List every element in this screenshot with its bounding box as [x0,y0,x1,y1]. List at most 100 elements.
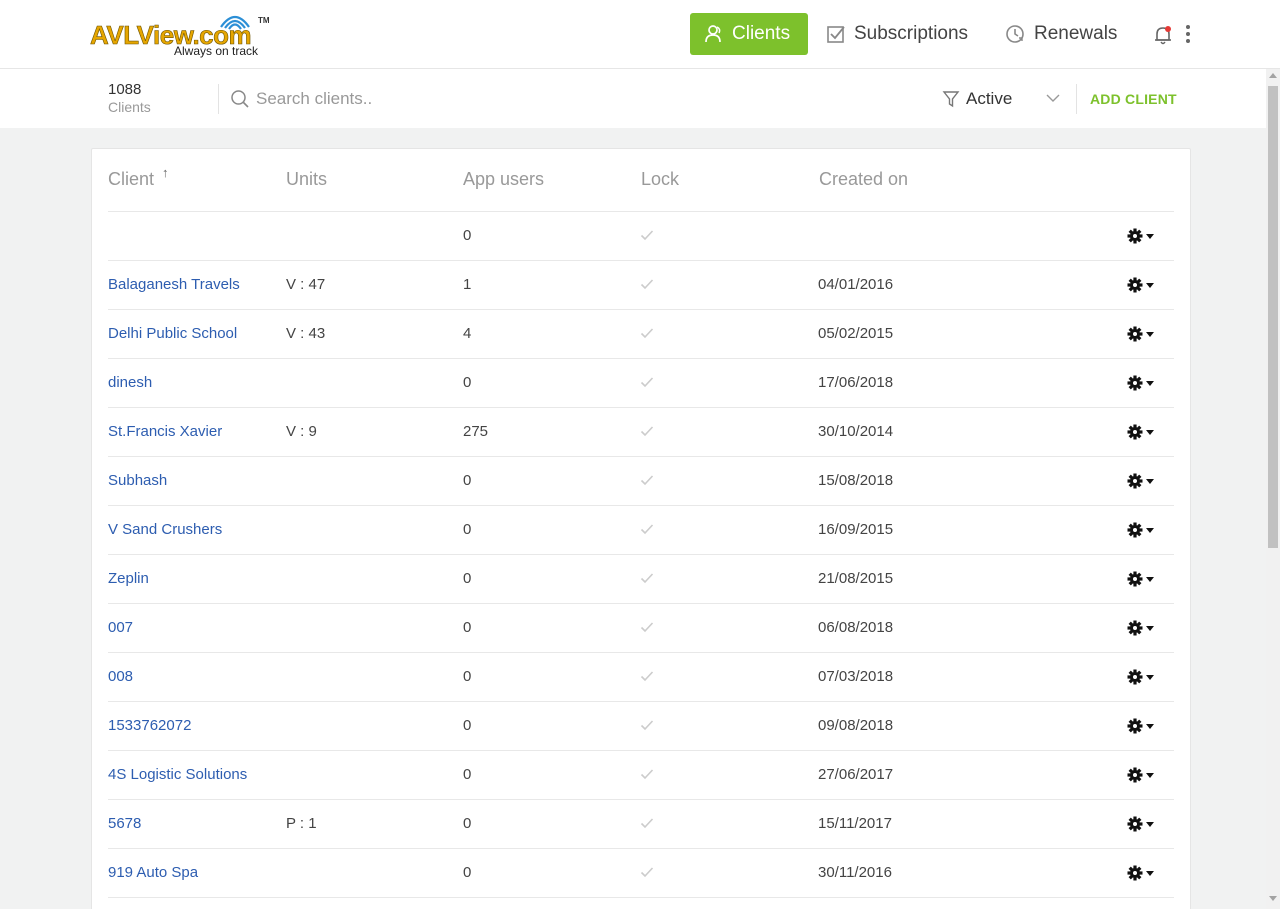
lock-check-icon[interactable] [640,572,654,584]
client-name-link[interactable]: 1533762072 [108,717,191,734]
app-users-value: 0 [463,815,472,832]
lock-check-icon[interactable] [640,229,654,241]
search-clients-input[interactable] [256,86,756,112]
app-users-value: 275 [463,423,489,440]
page-scrollbar[interactable] [1266,69,1280,909]
add-client-button[interactable]: ADD CLIENT [1090,91,1177,107]
app-users-value: 0 [463,227,472,244]
app-users-value: 0 [463,668,472,685]
clock-refresh-icon [1006,25,1024,43]
status-filter-dropdown[interactable]: Active [942,87,1064,111]
settings-gear-dropdown-icon[interactable] [1127,571,1157,587]
client-name-link[interactable]: 5678 [108,815,141,832]
toolbar-divider [218,84,219,114]
client-name-link[interactable]: Delhi Public School [108,325,237,342]
units-value: V : 47 [286,276,326,293]
created-on-value: 15/11/2017 [818,815,892,832]
table-row: St.Francis Xavier V : 9 275 30/10/2014 [108,408,1174,457]
client-name-link[interactable]: 007 [108,619,133,636]
lock-check-icon[interactable] [640,278,654,290]
app-users-value: 0 [463,570,472,587]
app-users-value: 1 [463,276,472,293]
client-name-link[interactable]: V Sand Crushers [108,521,222,538]
units-value: V : 9 [286,423,317,440]
clients-table: Client ↑ Units App users Lock Created on… [91,148,1191,909]
nav-subscriptions-label: Subscriptions [854,23,969,44]
settings-gear-dropdown-icon[interactable] [1127,767,1157,783]
column-header-client[interactable]: Client ↑ [108,165,169,190]
created-on-value: 04/01/2016 [818,276,894,293]
created-on-value: 16/09/2015 [818,521,894,538]
table-row: 1533762072 0 09/08/2018 [108,702,1174,751]
client-name-link[interactable]: 919 Auto Spa [108,864,198,881]
created-on-value: 06/08/2018 [818,619,894,636]
nav-subscriptions-tab[interactable]: Subscriptions [812,13,982,55]
created-on-value: 09/08/2018 [818,717,894,734]
nav-renewals-tab[interactable]: Renewals [990,13,1131,55]
settings-gear-dropdown-icon[interactable] [1127,865,1157,881]
settings-gear-dropdown-icon[interactable] [1127,669,1157,685]
lock-check-icon[interactable] [640,425,654,437]
lock-check-icon[interactable] [640,327,654,339]
scroll-up-arrow-icon[interactable] [1269,73,1277,78]
table-row: 4S Logistic Solutions 0 27/06/2017 [108,751,1174,800]
client-count: 1088 Clients [108,81,151,115]
lock-check-icon[interactable] [640,523,654,535]
scroll-down-arrow-icon[interactable] [1269,896,1277,901]
more-options-icon[interactable] [1180,24,1196,46]
table-row: 919 Auto Spa 0 30/11/2016 [108,849,1174,898]
avlview-logo[interactable]: AVLView.com TM Always on track [90,10,270,60]
app-users-value: 0 [463,374,472,391]
settings-gear-dropdown-icon[interactable] [1127,620,1157,636]
settings-gear-dropdown-icon[interactable] [1127,277,1157,293]
app-users-value: 0 [463,717,472,734]
settings-gear-dropdown-icon[interactable] [1127,522,1157,538]
settings-gear-dropdown-icon[interactable] [1127,424,1157,440]
settings-gear-dropdown-icon[interactable] [1127,718,1157,734]
column-header-lock[interactable]: Lock [641,169,679,190]
column-header-app-users[interactable]: App users [463,169,544,190]
top-navbar: AVLView.com TM Always on track Clients S… [0,0,1280,69]
table-row: 0 [108,212,1174,261]
column-header-created-on[interactable]: Created on [819,169,908,190]
client-count-label: Clients [108,99,151,115]
client-name-link[interactable]: St.Francis Xavier [108,423,222,440]
client-name-link[interactable]: 4S Logistic Solutions [108,766,247,783]
lock-check-icon[interactable] [640,817,654,829]
checkbox-icon [827,26,845,43]
lock-check-icon[interactable] [640,376,654,388]
client-name-link[interactable]: Zeplin [108,570,149,587]
table-row: V Sand Crushers 0 16/09/2015 [108,506,1174,555]
lock-check-icon[interactable] [640,474,654,486]
lock-check-icon[interactable] [640,670,654,682]
lock-check-icon[interactable] [640,719,654,731]
settings-gear-dropdown-icon[interactable] [1127,816,1157,832]
table-row: dinesh 0 17/06/2018 [108,359,1174,408]
created-on-value: 30/10/2014 [818,423,894,440]
lock-check-icon[interactable] [640,768,654,780]
settings-gear-dropdown-icon[interactable] [1127,326,1157,342]
client-name-link[interactable]: 008 [108,668,133,685]
clients-toolbar: 1088 Clients Active ADD CLIENT [0,69,1266,128]
sort-ascending-icon: ↑ [162,165,169,180]
settings-gear-dropdown-icon[interactable] [1127,473,1157,489]
app-users-value: 0 [463,472,472,489]
created-on-value: 17/06/2018 [818,374,894,391]
app-users-value: 0 [463,766,472,783]
settings-gear-dropdown-icon[interactable] [1127,375,1157,391]
column-header-units[interactable]: Units [286,169,327,190]
app-users-value: 0 [463,521,472,538]
table-header: Client ↑ Units App users Lock Created on [108,149,1174,212]
notification-bell-icon[interactable] [1152,24,1174,46]
nav-clients-tab[interactable]: Clients [690,13,808,55]
lock-check-icon[interactable] [640,621,654,633]
lock-check-icon[interactable] [640,866,654,878]
settings-gear-dropdown-icon[interactable] [1127,228,1157,244]
client-name-link[interactable]: Subhash [108,472,167,489]
scrollbar-thumb[interactable] [1268,86,1278,548]
table-row: Delhi Public School V : 43 4 05/02/2015 [108,310,1174,359]
units-value: V : 43 [286,325,326,342]
client-name-link[interactable]: dinesh [108,374,152,391]
client-name-link[interactable]: Balaganesh Travels [108,276,240,293]
logo-tagline: Always on track [174,44,259,58]
